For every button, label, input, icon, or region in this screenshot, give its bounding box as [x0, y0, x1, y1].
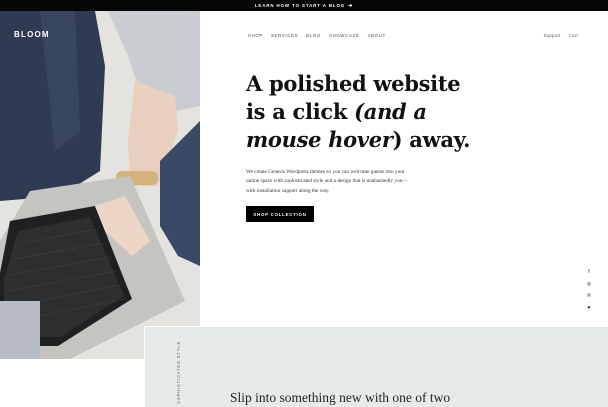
logo[interactable]: BLOOM: [14, 30, 50, 39]
arrow-right-icon: ➔: [348, 2, 354, 9]
headline-emphasis-2: mouse hover: [246, 127, 393, 152]
headline-emphasis-1: (and a: [354, 99, 427, 124]
facebook-icon[interactable]: f: [588, 270, 589, 275]
shop-collection-button[interactable]: Shop Collection: [246, 206, 314, 222]
nav-item-support[interactable]: Support: [544, 33, 561, 38]
nav-item-services[interactable]: SERVICES: [271, 33, 298, 38]
pinterest-icon[interactable]: ℗: [587, 294, 591, 299]
heart-icon[interactable]: ♥: [588, 306, 591, 311]
nav-item-shop[interactable]: SHOP: [248, 33, 263, 38]
nav-item-cart[interactable]: Cart: [569, 33, 578, 38]
headline-line-3-end: ) away.: [392, 127, 471, 152]
instagram-icon[interactable]: ◎: [587, 282, 591, 287]
hero-headline: A polished website is a click (and a mou…: [246, 70, 546, 154]
hero-photo: [0, 11, 200, 359]
section-heading: Slip into something new with one of two: [230, 390, 451, 405]
nav-item-blog[interactable]: BLOG: [306, 33, 321, 38]
headline-line-2: is a click: [246, 99, 355, 124]
nav-item-showcase[interactable]: SHOWCASE: [329, 33, 360, 38]
announcement-text[interactable]: Learn how to start a blog: [255, 3, 345, 8]
main-nav: SHOP SERVICES BLOG SHOWCASE ABOUT: [248, 33, 386, 38]
headline-line-1: A polished website: [246, 71, 461, 96]
nav-item-about[interactable]: ABOUT: [368, 33, 386, 38]
utility-nav: Support Cart: [544, 33, 578, 38]
social-links: f ◎ ℗ ♥: [585, 270, 593, 311]
vertical-section-label: Sophisticated Style: [176, 340, 181, 404]
hero-description: We create Genesis Wordpress themes so yo…: [246, 169, 408, 194]
announcement-bar[interactable]: Learn how to start a blog ➔: [0, 0, 608, 11]
